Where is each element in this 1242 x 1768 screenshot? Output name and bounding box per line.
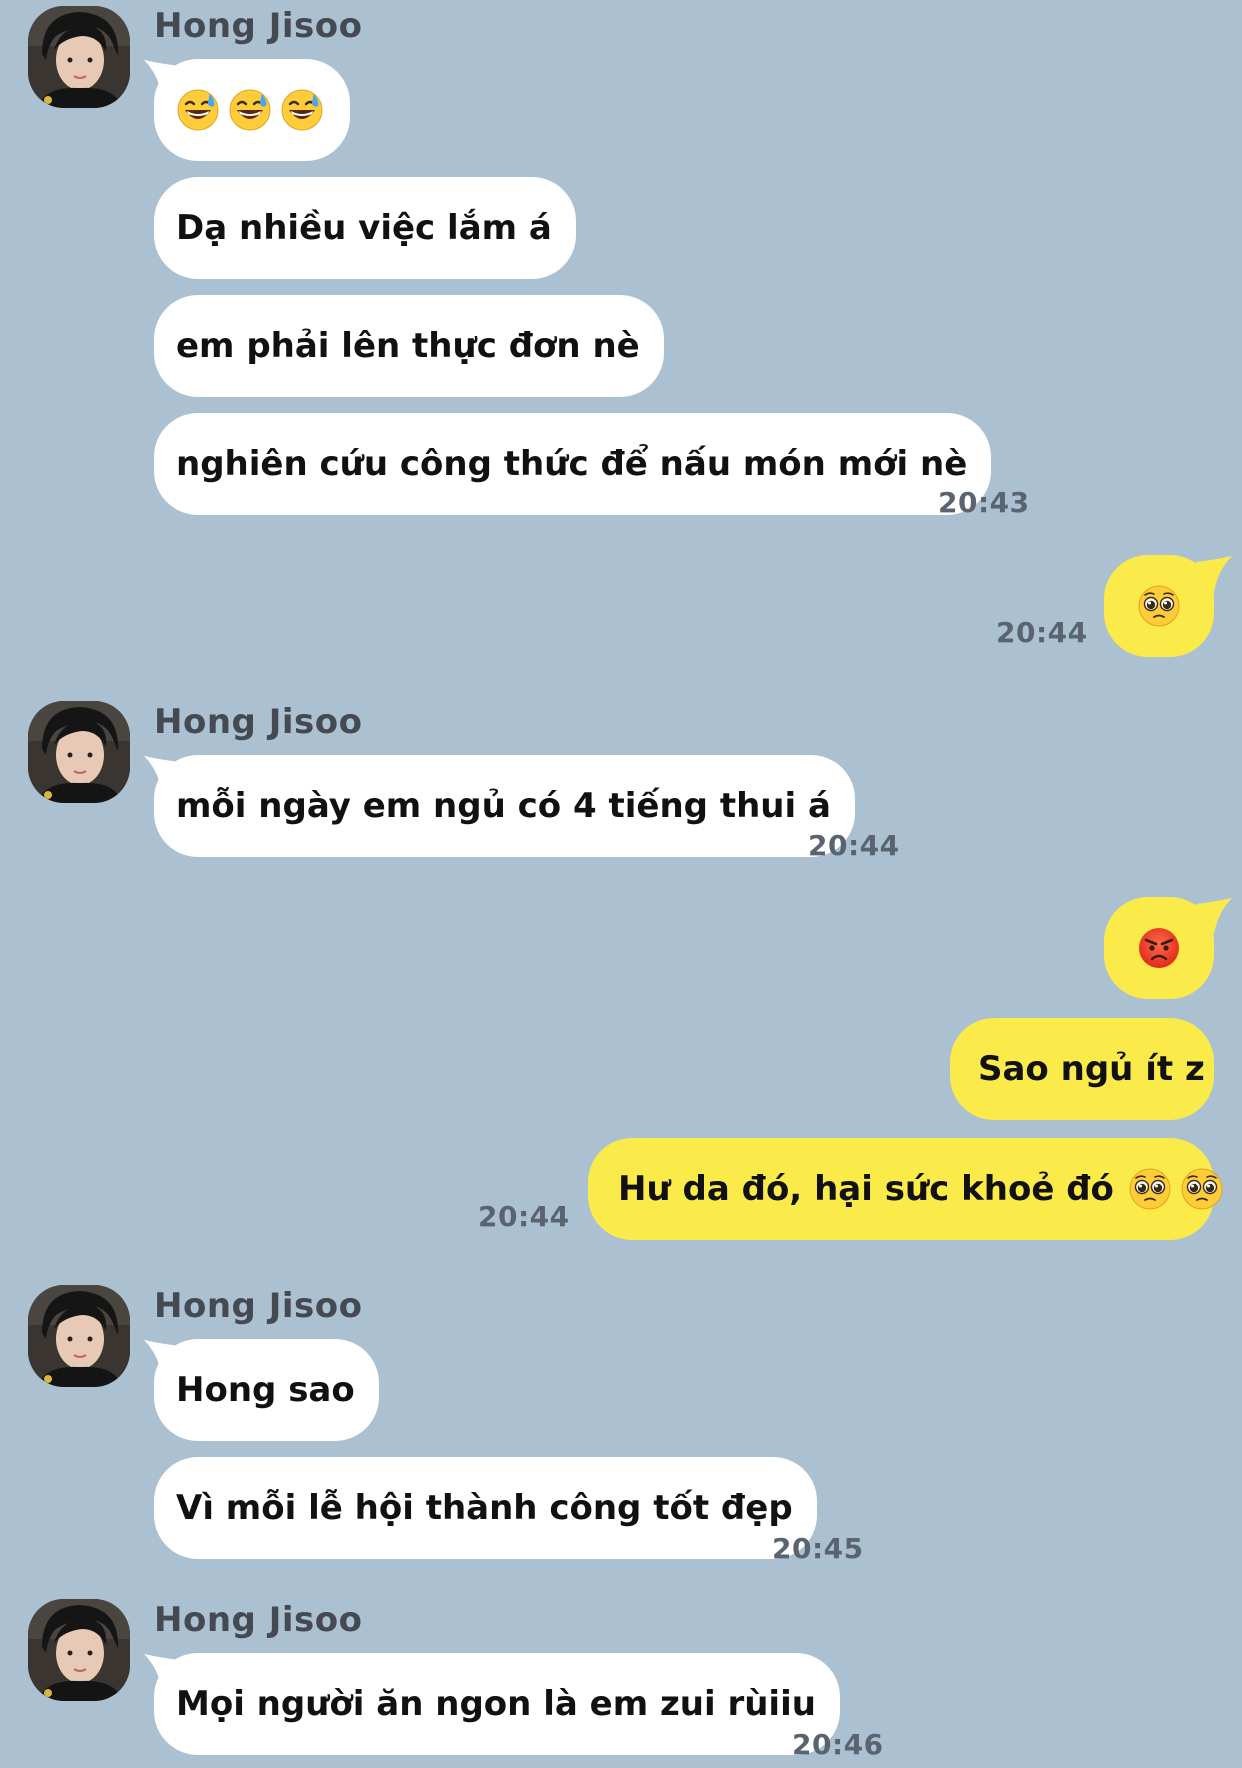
message-bubble-emoji[interactable] bbox=[1104, 897, 1214, 999]
message-bubble-emoji[interactable] bbox=[1104, 555, 1214, 657]
message-text: Hư da đó, hại sức khoẻ đó bbox=[618, 1169, 1114, 1209]
message-text: nghiên cứu công thức để nấu món mới nè bbox=[176, 444, 968, 484]
avatar[interactable] bbox=[28, 6, 130, 108]
message-text: mỗi ngày em ngủ có 4 tiếng thui á bbox=[176, 786, 831, 826]
message-time: 20:44 bbox=[808, 829, 900, 862]
pleading-face-icon bbox=[1180, 1167, 1224, 1211]
message-bubble[interactable]: Dạ nhiều việc lắm á bbox=[154, 177, 576, 279]
message-bubble[interactable]: Vì mỗi lễ hội thành công tốt đẹp bbox=[154, 1457, 817, 1559]
angry-face-icon bbox=[1137, 926, 1181, 970]
sender-name: Hong Jisoo bbox=[154, 1600, 363, 1640]
grinning-sweat-icon bbox=[176, 88, 220, 132]
avatar[interactable] bbox=[28, 701, 130, 803]
message-time: 20:45 bbox=[772, 1532, 864, 1565]
message-text: Mọi người ăn ngon là em zui rùiiu bbox=[176, 1684, 816, 1724]
message-bubble[interactable]: Mọi người ăn ngon là em zui rùiiu bbox=[154, 1653, 840, 1755]
avatar[interactable] bbox=[28, 1285, 130, 1387]
grinning-sweat-icon bbox=[228, 88, 272, 132]
message-text: Dạ nhiều việc lắm á bbox=[176, 208, 552, 248]
message-bubble-emoji[interactable] bbox=[154, 59, 350, 161]
message-text: Hong sao bbox=[176, 1370, 355, 1410]
message-bubble[interactable]: nghiên cứu công thức để nấu món mới nè bbox=[154, 413, 992, 515]
message-time: 20:44 bbox=[996, 616, 1088, 649]
pleading-face-icon bbox=[1137, 584, 1181, 628]
sender-name: Hong Jisoo bbox=[154, 6, 363, 46]
sender-name: Hong Jisoo bbox=[154, 1286, 363, 1326]
message-bubble[interactable]: Hong sao bbox=[154, 1339, 379, 1441]
message-text: Vì mỗi lễ hội thành công tốt đẹp bbox=[176, 1488, 793, 1528]
message-time: 20:43 bbox=[938, 486, 1030, 519]
grinning-sweat-icon bbox=[280, 88, 324, 132]
message-bubble[interactable]: em phải lên thực đơn nè bbox=[154, 295, 664, 397]
sender-name: Hong Jisoo bbox=[154, 702, 363, 742]
message-time: 20:44 bbox=[478, 1200, 570, 1233]
message-text: em phải lên thực đơn nè bbox=[176, 326, 640, 366]
pleading-face-icon bbox=[1128, 1167, 1172, 1211]
message-bubble[interactable]: Sao ngủ ít z bbox=[950, 1018, 1214, 1120]
message-time: 20:46 bbox=[792, 1728, 884, 1761]
message-text: Sao ngủ ít z bbox=[978, 1049, 1205, 1089]
message-bubble[interactable]: mỗi ngày em ngủ có 4 tiếng thui á bbox=[154, 755, 855, 857]
avatar[interactable] bbox=[28, 1599, 130, 1701]
message-bubble[interactable]: Hư da đó, hại sức khoẻ đó bbox=[588, 1138, 1214, 1240]
